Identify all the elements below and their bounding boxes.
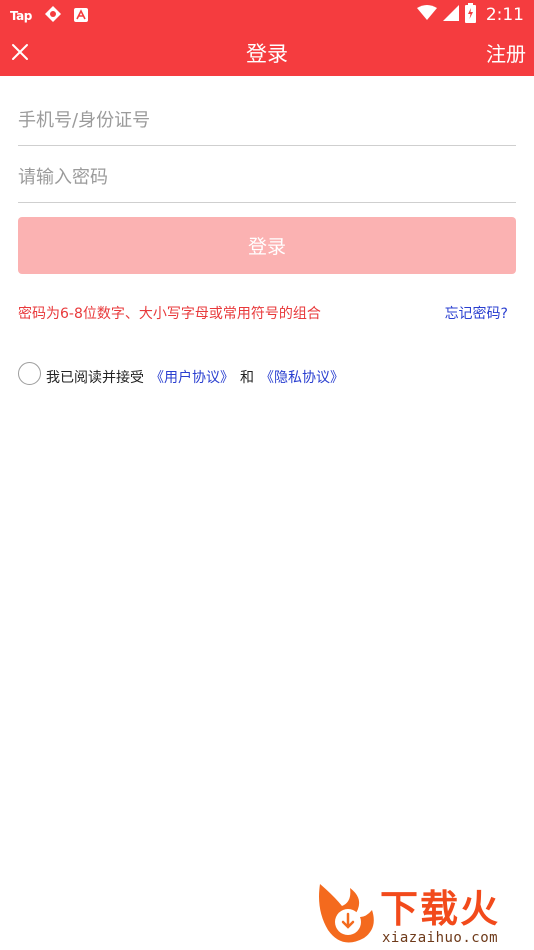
status-bar: Tap 2:11 xyxy=(0,0,534,28)
watermark-brand: 下载火 xyxy=(380,887,501,931)
page-title: 登录 xyxy=(246,42,288,66)
wifi-icon xyxy=(416,5,437,25)
app-notification-icon xyxy=(73,7,88,26)
user-agreement-link[interactable]: 《用户协议》 xyxy=(150,367,234,387)
login-button[interactable]: 登录 xyxy=(18,217,516,274)
status-bar-system: 2:11 xyxy=(416,3,524,27)
register-button[interactable]: 注册 xyxy=(486,38,526,67)
phone-id-input[interactable] xyxy=(18,96,516,146)
agreement-checkbox[interactable] xyxy=(18,361,41,385)
battery-charging-icon xyxy=(464,3,476,27)
agreement-prefix: 我已阅读并接受 xyxy=(46,370,144,386)
signal-icon xyxy=(442,5,459,25)
forgot-password-link[interactable]: 忘记密码? xyxy=(445,303,508,323)
sync-notification-icon xyxy=(44,5,62,27)
agreement-row: 我已阅读并接受 《用户协议》 和 《隐私协议》 xyxy=(18,360,344,386)
status-bar-notifications: Tap xyxy=(10,5,88,27)
taptap-app-label: Tap xyxy=(10,9,32,23)
status-time: 2:11 xyxy=(485,5,524,25)
watermark: 下载火 xiazaihuo.com xyxy=(314,878,530,948)
flame-logo-icon xyxy=(314,880,378,950)
app-bar: 登录 注册 xyxy=(0,28,534,76)
password-rule-hint: 密码为6-8位数字、大小写字母或常用符号的组合 xyxy=(18,306,321,322)
password-input[interactable] xyxy=(18,153,516,203)
privacy-policy-link[interactable]: 《隐私协议》 xyxy=(260,367,344,387)
watermark-url: xiazaihuo.com xyxy=(382,930,499,946)
agreement-conjunction: 和 xyxy=(240,370,254,386)
close-icon[interactable] xyxy=(8,40,32,64)
